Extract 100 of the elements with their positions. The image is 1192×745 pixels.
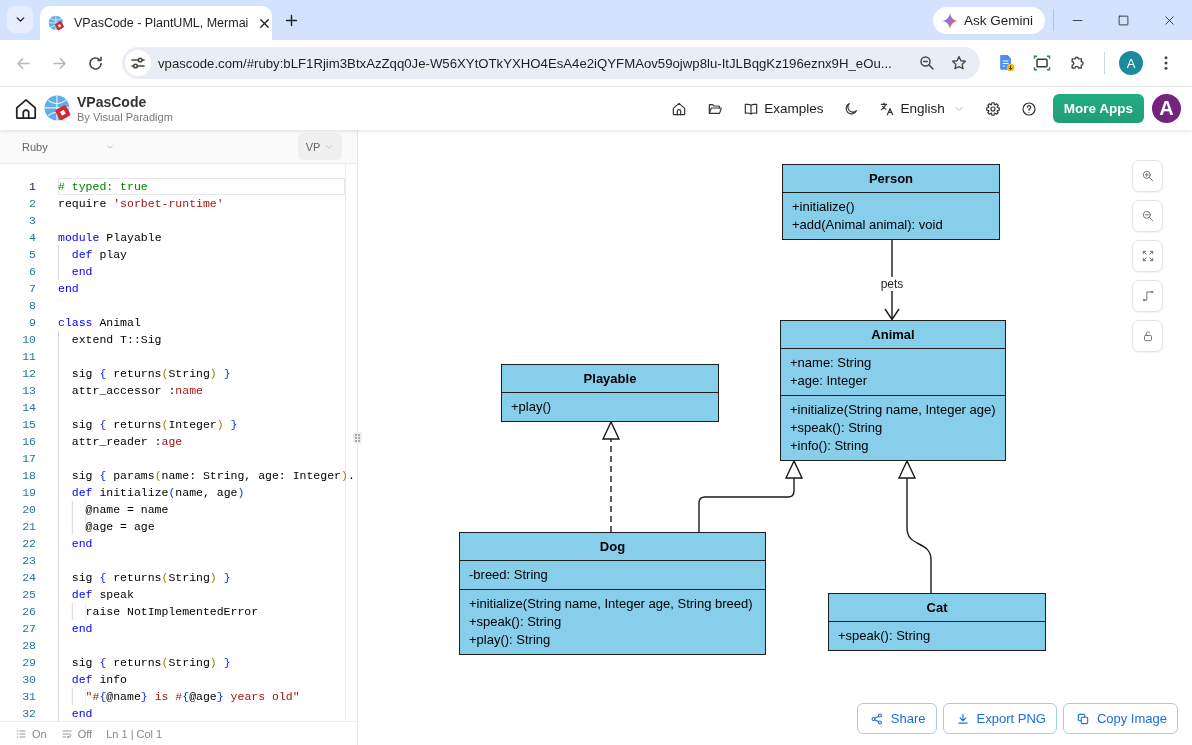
line-number: 32 — [21, 706, 36, 721]
line-number: 13 — [21, 383, 36, 399]
class-member: +speak(): String — [468, 613, 562, 631]
screenshot-icon[interactable] — [1032, 53, 1052, 73]
line-number: 31 — [21, 689, 36, 705]
line-number: 10 — [21, 332, 36, 348]
line-number: 15 — [21, 417, 36, 433]
lock-button[interactable] — [1132, 320, 1163, 352]
list-toggle[interactable]: On — [15, 727, 47, 740]
class-name: Dog — [460, 533, 765, 561]
line-number: 6 — [28, 264, 36, 280]
favicon-icon — [48, 14, 65, 32]
line-number: 25 — [21, 587, 36, 603]
user-avatar[interactable]: A — [1152, 94, 1181, 123]
line-number: 8 — [28, 298, 36, 314]
cursor-position: Ln 1 | Col 1 — [106, 727, 163, 740]
code-line: def info — [58, 671, 128, 688]
class-member: -breed: String — [468, 566, 548, 584]
class-member: +name: String — [789, 354, 872, 372]
code-line: end — [58, 535, 93, 552]
resize-handle-icon[interactable] — [353, 432, 362, 444]
ask-gemini-button[interactable]: Ask Gemini — [933, 7, 1045, 34]
line-number: 28 — [21, 638, 36, 654]
copy-icon — [1075, 711, 1090, 726]
line-number: 30 — [21, 672, 36, 688]
address-bar[interactable]: vpascode.com/#ruby:bLF1Rjim3BtxAzZqq0Je-W56XYtOTkYXHO4EsA4e2iQYFMAov59ojwp8lu-ItJLBqgKz196eznx9H_eOu... — [122, 47, 980, 79]
line-number: 21 — [21, 519, 36, 535]
zoom-out-icon[interactable] — [918, 54, 936, 72]
line-number: 18 — [21, 468, 36, 484]
class-member: +play(): String — [468, 631, 551, 649]
translate-icon — [879, 100, 896, 117]
line-number: 19 — [21, 485, 36, 501]
wrap-icon — [60, 727, 73, 740]
line-number: 3 — [28, 213, 36, 229]
maximize-icon[interactable] — [1115, 12, 1131, 28]
download-icon — [955, 711, 970, 726]
sparkle-icon — [942, 12, 958, 29]
bookmark-star-icon[interactable] — [950, 54, 968, 72]
class-name: Person — [783, 165, 999, 193]
more-apps-button[interactable]: More Apps — [1052, 94, 1144, 123]
moon-icon[interactable] — [843, 100, 860, 117]
language-dropdown[interactable]: Ruby — [22, 140, 115, 153]
expand-icon — [1140, 249, 1155, 263]
line-number: 20 — [21, 502, 36, 518]
line-number: 26 — [21, 604, 36, 620]
class-name: Cat — [829, 594, 1045, 622]
line-number: 23 — [21, 553, 36, 569]
code-line: end — [58, 620, 93, 637]
home-icon[interactable] — [671, 100, 688, 117]
class-member: +initialize(String name, Integer age) — [789, 401, 996, 419]
code-line: sig { returns(String) } — [58, 365, 231, 382]
line-number: 4 — [28, 230, 36, 246]
line-number: 16 — [21, 434, 36, 450]
zoom-in-icon — [1140, 169, 1155, 183]
line-number: 24 — [21, 570, 36, 586]
wrap-toggle[interactable]: Off — [60, 727, 93, 740]
help-icon[interactable] — [1020, 100, 1037, 117]
edge-label: pets — [879, 277, 905, 291]
renderer-dropdown[interactable]: VP — [298, 133, 342, 160]
copy-button[interactable]: Copy Image — [1062, 703, 1178, 734]
share-button[interactable]: Share — [856, 703, 937, 734]
list-icon — [15, 727, 27, 740]
fit-view-button[interactable] — [1132, 240, 1163, 272]
class-name: Playable — [502, 365, 718, 393]
logo-icon — [44, 94, 72, 123]
class-name: Animal — [781, 321, 1005, 349]
code-line: end — [58, 705, 93, 721]
code-line: sig { returns(String) } — [58, 569, 231, 586]
share-icon — [869, 711, 884, 726]
browser-tab[interactable]: VPasCode - PlantUML, Mermai — [40, 6, 272, 40]
class-member: +info(): String — [789, 437, 869, 455]
language-dropdown[interactable]: English — [879, 100, 965, 117]
line-number: 2 — [28, 196, 36, 212]
line-number: 1 — [28, 179, 36, 195]
app-name: VPasCode — [77, 94, 148, 110]
code-line: end — [58, 263, 93, 280]
code-line: module Playable — [58, 230, 162, 246]
code-line: sig { params(name: String, age: Integer). — [58, 467, 355, 484]
line-number: 29 — [21, 655, 36, 671]
export-button[interactable]: Export PNG — [942, 703, 1057, 734]
settings-icon[interactable] — [984, 100, 1001, 117]
zoom-out-button[interactable] — [1132, 200, 1163, 232]
code-line: def play — [58, 246, 128, 263]
class-member: +speak(): String — [837, 627, 931, 645]
site-info-icon[interactable] — [125, 50, 151, 76]
class-member: +add(Animal animal): void — [791, 216, 943, 234]
new-tab-icon[interactable] — [283, 12, 300, 29]
class-member: +initialize() — [791, 198, 855, 216]
code-line: "#{@name} is #{@age} years old" — [58, 688, 300, 705]
line-number: 5 — [28, 247, 36, 263]
line-number: 9 — [28, 315, 36, 331]
connector-icon — [1140, 289, 1155, 303]
profile-avatar[interactable]: A — [1119, 51, 1143, 75]
zoom-in-button[interactable] — [1132, 160, 1163, 192]
code-line: raise NotImplementedError — [58, 603, 259, 620]
line-number: 7 — [28, 281, 36, 297]
line-number: 27 — [21, 621, 36, 637]
code-line: def initialize(name, age) — [58, 484, 245, 501]
class-member: +play() — [510, 398, 552, 416]
examples-menu[interactable]: Examples — [743, 100, 824, 117]
